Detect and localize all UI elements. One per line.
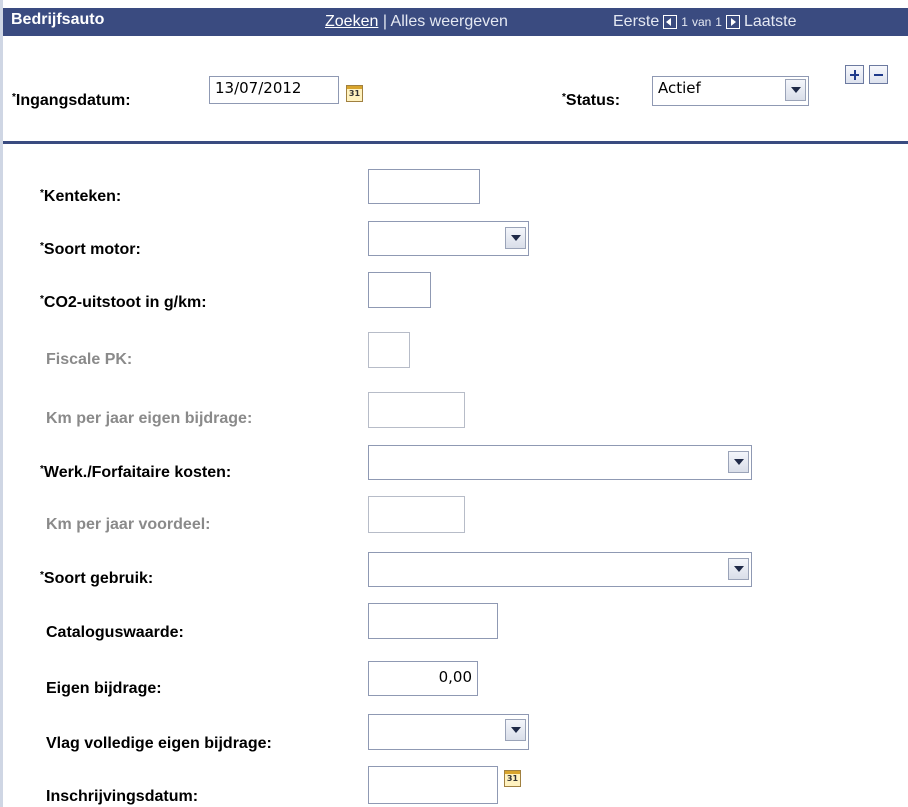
start-date-input[interactable]: 13/07/2012 <box>209 76 339 104</box>
first-link[interactable]: Eerste <box>613 13 659 31</box>
kenteken-label-text: Kenteken: <box>43 188 122 205</box>
soort-gebruik-select[interactable] <box>368 552 752 587</box>
chevron-down-icon[interactable] <box>785 79 806 101</box>
eigen-bijdrage-input[interactable]: 0,00 <box>368 661 478 696</box>
search-link[interactable]: Zoeken <box>325 13 378 30</box>
kenteken-label: *Kenteken: <box>40 188 121 206</box>
soort-motor-label: *Soort motor: <box>40 241 141 259</box>
soort-motor-label-text: Soort motor: <box>43 241 141 258</box>
grid-header: Bedrijfsauto Zoeken | Alles weergeven Ee… <box>3 8 908 36</box>
km-voordeel-label: Km per jaar voordeel: <box>46 516 211 533</box>
start-date-label-text: Ingangsdatum: <box>15 92 131 109</box>
status-label-text: Status: <box>565 92 621 109</box>
page-current: 1 <box>681 15 688 29</box>
co2-label-text: CO2-uitstoot in g/km: <box>43 294 207 311</box>
inschrijving-input[interactable] <box>368 766 498 804</box>
status-label: *Status: <box>562 92 620 110</box>
last-link[interactable]: Laatste <box>744 13 796 31</box>
soort-motor-select[interactable] <box>368 221 529 256</box>
werk-kosten-select[interactable] <box>368 445 752 480</box>
calendar-icon[interactable]: 31 <box>346 85 363 102</box>
eigen-bijdrage-label: Eigen bijdrage: <box>46 680 162 697</box>
status-select[interactable]: Actief <box>652 76 809 106</box>
arrow-right-icon[interactable] <box>725 15 740 29</box>
fiscale-pk-label: Fiscale PK: <box>46 351 133 368</box>
view-all-link[interactable]: Alles weergeven <box>391 13 508 30</box>
catalogus-input[interactable] <box>368 603 498 639</box>
chevron-down-icon[interactable] <box>728 558 749 580</box>
pager: Eerste 1 van 1 Laatste <box>613 13 796 31</box>
section-divider <box>3 141 908 144</box>
minus-icon[interactable] <box>869 65 888 84</box>
page-of: van <box>691 15 712 29</box>
catalogus-label: Cataloguswaarde: <box>46 624 184 641</box>
start-date-label: *Ingangsdatum: <box>12 92 131 110</box>
plus-icon[interactable] <box>845 65 864 84</box>
vlag-label: Vlag volledige eigen bijdrage: <box>46 735 272 752</box>
left-border <box>0 0 3 807</box>
header-nav: Zoeken | Alles weergeven <box>325 13 508 31</box>
fiscale-pk-field <box>368 332 410 368</box>
werk-kosten-label: *Werk./Forfaitaire kosten: <box>40 464 231 482</box>
soort-gebruik-label: *Soort gebruik: <box>40 570 153 588</box>
chevron-down-icon[interactable] <box>505 719 526 741</box>
soort-gebruik-label-text: Soort gebruik: <box>43 570 154 587</box>
werk-kosten-label-text: Werk./Forfaitaire kosten: <box>43 464 232 481</box>
chevron-down-icon[interactable] <box>728 451 749 473</box>
kenteken-input[interactable] <box>368 169 480 204</box>
km-eigen-bijdrage-field <box>368 392 465 428</box>
page-total: 1 <box>715 15 722 29</box>
km-eigen-bijdrage-label: Km per jaar eigen bijdrage: <box>46 410 253 427</box>
co2-label: *CO2-uitstoot in g/km: <box>40 294 207 312</box>
arrow-left-icon[interactable] <box>663 15 678 29</box>
km-voordeel-field <box>368 496 465 533</box>
calendar-icon[interactable]: 31 <box>504 770 521 787</box>
vlag-select[interactable] <box>368 714 529 750</box>
nav-separator: | <box>378 13 391 30</box>
co2-input[interactable] <box>368 272 431 308</box>
status-value: Actief <box>658 79 701 97</box>
section-title: Bedrijfsauto <box>11 11 105 28</box>
chevron-down-icon[interactable] <box>505 227 526 249</box>
inschrijving-label: Inschrijvingsdatum: <box>46 788 199 805</box>
